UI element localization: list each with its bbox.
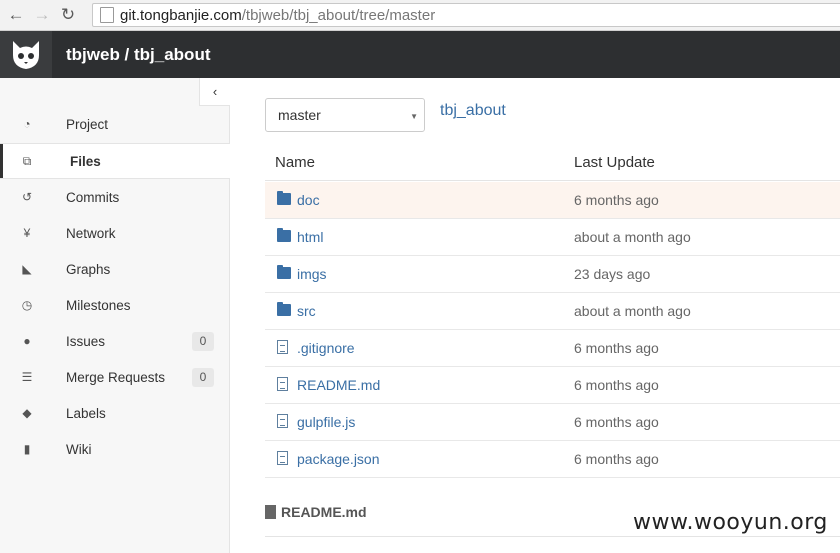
url-domain: git.tongbanjie.com: [120, 6, 242, 24]
sidebar-item-label: Milestones: [66, 297, 131, 313]
sidebar-item-label: Issues: [66, 333, 106, 349]
sidebar-item-labels[interactable]: ◆ Labels: [0, 395, 230, 431]
book-icon: ▮: [23, 442, 31, 456]
table-row[interactable]: src about a month ago: [265, 293, 840, 330]
sidebar-item-label: Commits: [66, 189, 120, 205]
sidebar-item-label: Project: [66, 116, 109, 132]
branch-select-value: master: [278, 107, 321, 123]
file-last-update: 6 months ago: [574, 377, 659, 393]
sidebar-item-label: Labels: [66, 405, 106, 421]
watermark: www.wooyun.org: [633, 510, 828, 535]
dashboard-icon: ◔: [23, 117, 31, 131]
sidebar-item-commits[interactable]: ↺ Commits: [0, 179, 230, 215]
sidebar-item-label: Wiki: [66, 441, 92, 457]
sidebar-item-network[interactable]: ¥ Network: [0, 215, 230, 251]
collapse-sidebar-button[interactable]: ‹: [199, 78, 230, 106]
app-header: tbjweb / tbj_about: [0, 31, 840, 78]
file-text-icon: [277, 340, 288, 354]
folder-icon: [277, 265, 291, 279]
page-icon: [100, 7, 114, 23]
table-row[interactable]: doc 6 months ago: [265, 182, 840, 219]
code-fork-icon: ¥: [23, 226, 31, 240]
file-table-header: Name Last Update: [265, 143, 840, 181]
column-name-header: Name: [275, 154, 316, 171]
url-path: /tbjweb/tbj_about/tree/master: [241, 6, 436, 24]
sidebar-item-project[interactable]: ◔ Project: [0, 106, 230, 142]
file-last-update: about a month ago: [574, 229, 691, 245]
file-last-update: 6 months ago: [574, 340, 659, 356]
sidebar: ‹ ◔ Project ⧉ Files ↺ Commits ¥ Network …: [0, 78, 230, 553]
file-text-icon: [277, 377, 288, 391]
file-last-update: 6 months ago: [574, 414, 659, 430]
readme-title: README.md: [281, 504, 367, 520]
file-name-link[interactable]: doc: [297, 192, 320, 208]
sidebar-item-milestones[interactable]: ◷ Milestones: [0, 287, 230, 323]
file-name-link[interactable]: package.json: [297, 451, 380, 467]
file-text-icon: [277, 451, 288, 465]
table-row[interactable]: package.json 6 months ago: [265, 441, 840, 478]
issues-count-badge: 0: [192, 332, 214, 351]
table-row[interactable]: gulpfile.js 6 months ago: [265, 404, 840, 441]
file-icon: [265, 505, 276, 519]
file-last-update: 6 months ago: [574, 451, 659, 467]
file-last-update: about a month ago: [574, 303, 691, 319]
file-name-link[interactable]: .gitignore: [297, 340, 355, 356]
back-arrow-icon[interactable]: ←: [3, 2, 29, 28]
readme-header: README.md: [265, 504, 367, 520]
table-row[interactable]: .gitignore 6 months ago: [265, 330, 840, 367]
tags-icon: ◆: [22, 406, 32, 420]
file-name-link[interactable]: imgs: [297, 266, 327, 282]
clock-icon: ◷: [21, 298, 33, 312]
sidebar-item-wiki[interactable]: ▮ Wiki: [0, 431, 230, 467]
address-bar[interactable]: git.tongbanjie.com/tbjweb/tbj_about/tree…: [92, 3, 840, 27]
sidebar-item-merge-requests[interactable]: ☰ Merge Requests 0: [0, 359, 230, 395]
file-name-link[interactable]: src: [297, 303, 316, 319]
breadcrumb[interactable]: tbj_about: [440, 102, 506, 120]
readme-divider: [265, 536, 840, 537]
history-icon: ↺: [21, 190, 33, 204]
project-title[interactable]: tbjweb / tbj_about: [66, 45, 211, 65]
file-name-link[interactable]: README.md: [297, 377, 380, 393]
sidebar-item-label: Merge Requests: [66, 369, 166, 385]
file-last-update: 6 months ago: [574, 192, 659, 208]
area-chart-icon: ◣: [22, 262, 32, 276]
folder-icon: [277, 191, 291, 205]
file-name-link[interactable]: gulpfile.js: [297, 414, 355, 430]
tasks-icon: ☰: [21, 370, 33, 384]
exclamation-circle-icon: ●: [23, 334, 31, 348]
sidebar-item-label: Network: [66, 225, 116, 241]
logo[interactable]: [0, 31, 52, 78]
folder-icon: [277, 228, 291, 242]
folder-icon: [277, 302, 291, 316]
table-row[interactable]: imgs 23 days ago: [265, 256, 840, 293]
cat-logo-icon: [13, 40, 39, 69]
browser-toolbar: ← → ↻ git.tongbanjie.com/tbjweb/tbj_abou…: [0, 0, 840, 31]
sidebar-item-graphs[interactable]: ◣ Graphs: [0, 251, 230, 287]
file-last-update: 23 days ago: [574, 266, 651, 282]
branch-select[interactable]: master ▼: [265, 98, 425, 132]
sidebar-item-files[interactable]: ⧉ Files: [0, 143, 230, 179]
caret-down-icon: ▼: [410, 112, 418, 121]
files-icon: ⧉: [22, 153, 32, 168]
sidebar-item-label: Files: [70, 153, 101, 169]
merge-requests-count-badge: 0: [192, 368, 214, 387]
chevron-left-icon: ‹: [212, 84, 218, 99]
table-row[interactable]: README.md 6 months ago: [265, 367, 840, 404]
column-last-update-header: Last Update: [574, 154, 655, 171]
sidebar-item-issues[interactable]: ● Issues 0: [0, 323, 230, 359]
reload-icon[interactable]: ↻: [55, 2, 81, 28]
file-name-link[interactable]: html: [297, 229, 323, 245]
table-row[interactable]: html about a month ago: [265, 219, 840, 256]
sidebar-item-label: Graphs: [66, 261, 111, 277]
file-text-icon: [277, 414, 288, 428]
forward-arrow-icon[interactable]: →: [29, 2, 55, 28]
